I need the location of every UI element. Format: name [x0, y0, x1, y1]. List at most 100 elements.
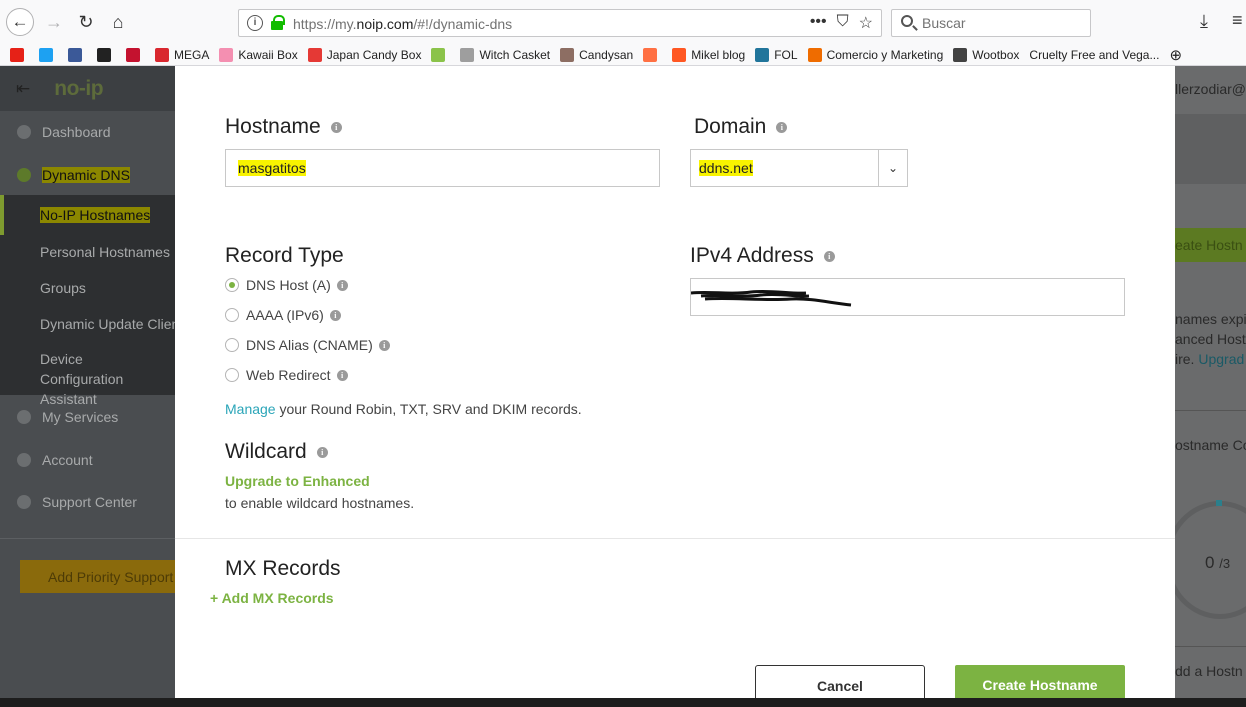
hostname-counter: 0 /3 [1205, 553, 1231, 572]
bookmark-item[interactable] [431, 47, 450, 62]
heart-icon [219, 47, 234, 62]
info-icon[interactable]: i [823, 250, 835, 262]
bookmark-item[interactable]: MEGA [155, 47, 209, 62]
radio-web-redirect[interactable]: Web Redirect i [225, 367, 348, 383]
forward-arrow-icon[interactable]: → [40, 8, 68, 36]
back-arrow-icon[interactable]: ← [6, 8, 34, 36]
bookmark-item[interactable]: Japan Candy Box [307, 47, 421, 62]
bookmark-item[interactable]: Cruelty Free and Vega... [1029, 48, 1159, 62]
upgrade-link: Upgrad [1198, 351, 1245, 367]
wildcard-label: Wildcard i [225, 440, 328, 464]
info-icon[interactable]: i [336, 369, 348, 381]
globe-icon[interactable]: ⊕ [1169, 46, 1182, 64]
bookmark-item[interactable]: Mikel blog [672, 47, 745, 62]
radio-button[interactable] [225, 338, 239, 352]
page-info-icon[interactable]: i [247, 15, 263, 31]
sidebar-item-account[interactable]: Account [0, 452, 175, 468]
upgrade-enhanced-link[interactable]: Upgrade to Enhanced [225, 473, 370, 489]
bookmark-item[interactable]: Comercio y Marketing [807, 47, 943, 62]
bookmark-item[interactable] [97, 47, 116, 62]
bookmark-item[interactable]: Kawaii Box [219, 47, 298, 62]
bookmarks-bar: MEGA Kawaii Box Japan Candy Box Witch Caske… [0, 44, 1246, 66]
radio-button[interactable] [225, 308, 239, 322]
reload-icon[interactable]: ↻ [72, 8, 100, 36]
radio-aaaa-ipv6[interactable]: AAAA (IPv6) i [225, 307, 341, 323]
page-actions-icon[interactable]: ••• [810, 13, 827, 33]
sidebar-sub-groups[interactable]: Groups [0, 271, 175, 307]
manage-link[interactable]: Manage [225, 401, 276, 417]
ipv4-input[interactable] [690, 278, 1125, 316]
browser-search-box[interactable] [891, 9, 1091, 37]
blogger-icon [672, 47, 687, 62]
sidebar-sub-device-config[interactable]: Device Configuration Assistant [0, 343, 175, 407]
add-hostname-bg: dd a Hostn [1175, 663, 1243, 679]
os-taskbar [0, 698, 1246, 707]
gift-icon [126, 47, 140, 62]
background-page: llerzodiar@ eate Hostn names expi anced … [1175, 66, 1246, 707]
browser-toolbar: ← → ↻ ⌂ i https://my.noip.com/#!/dynamic… [0, 0, 1246, 44]
bookmark-item[interactable]: Candysan [560, 47, 633, 62]
ys-icon [431, 47, 446, 62]
bookmark-item[interactable]: Wootbox [953, 47, 1019, 62]
bookmark-item[interactable] [643, 47, 662, 62]
sidebar: ⇤ no-ip Dashboard Dynamic DNS No-IP Host… [0, 66, 190, 707]
lifebuoy-icon [17, 495, 31, 509]
hostname-input[interactable]: masgatitos [225, 149, 660, 187]
info-icon[interactable]: i [776, 121, 788, 133]
chevron-down-icon[interactable]: ⌄ [878, 150, 907, 186]
bookmark-item[interactable]: Witch Casket [460, 47, 550, 62]
radio-button[interactable] [225, 278, 239, 292]
sidebar-item-support[interactable]: Support Center [0, 494, 175, 510]
sushi-icon [643, 47, 658, 62]
gauge-marker [1216, 500, 1222, 506]
bookmark-item[interactable] [10, 47, 29, 62]
create-hostname-modal: Hostname i masgatitos Domain i ddns.net … [175, 66, 1175, 705]
candysan-icon [560, 47, 575, 62]
radio-button[interactable] [225, 368, 239, 382]
info-icon[interactable]: i [378, 339, 390, 351]
domain-label: Domain i [694, 115, 788, 139]
manage-records-text: Manage your Round Robin, TXT, SRV and DK… [225, 401, 582, 417]
bookmark-star-icon[interactable]: ☆ [859, 13, 873, 33]
globe-icon [17, 168, 31, 182]
info-icon[interactable]: i [316, 446, 328, 458]
sidebar-item-dashboard[interactable]: Dashboard [0, 124, 175, 140]
info-icon[interactable]: i [336, 279, 348, 291]
priority-support-button[interactable]: Add Priority Support [20, 560, 190, 593]
home-icon[interactable]: ⌂ [104, 8, 132, 36]
search-input[interactable] [922, 15, 1082, 31]
plus-icon: + [210, 590, 219, 606]
add-mx-records-link[interactable]: + Add MX Records [210, 590, 334, 606]
noip-logo: no-ip [54, 76, 104, 100]
sidebar-sub-personal-hostnames[interactable]: Personal Hostnames [0, 235, 175, 271]
amazon-icon [97, 47, 111, 62]
casket-icon [460, 47, 475, 62]
info-icon[interactable]: i [330, 121, 342, 133]
download-icon[interactable]: ⤓ [1200, 11, 1208, 32]
url-bar[interactable]: i https://my.noip.com/#!/dynamic-dns •••… [238, 9, 882, 37]
bookmark-item[interactable] [126, 47, 145, 62]
mx-records-label: MX Records [225, 557, 341, 580]
sidebar-sub-dynamic-update-client[interactable]: Dynamic Update Client [0, 307, 183, 343]
section-divider [175, 538, 1175, 539]
radio-dns-alias-cname[interactable]: DNS Alias (CNAME) i [225, 337, 390, 353]
bookmark-item[interactable] [68, 47, 87, 62]
info-icon[interactable]: i [329, 309, 341, 321]
sidebar-item-my-services[interactable]: My Services [0, 409, 175, 425]
domain-select[interactable]: ddns.net ⌄ [690, 149, 908, 187]
wildcard-description: to enable wildcard hostnames. [225, 495, 415, 511]
pocket-icon[interactable]: ⛉ [837, 13, 849, 33]
record-type-label: Record Type [225, 244, 344, 267]
url-text[interactable]: https://my.noip.com/#!/dynamic-dns [293, 16, 512, 32]
user-icon [17, 453, 31, 467]
sidebar-sub-noip-hostnames[interactable]: No-IP Hostnames [0, 195, 175, 235]
bookmark-item[interactable]: FOL [755, 47, 798, 62]
bookmark-item[interactable] [39, 47, 58, 62]
hostname-count-label: ostname Co [1175, 437, 1246, 453]
radio-dns-host-a[interactable]: DNS Host (A) i [225, 277, 348, 293]
user-email[interactable]: llerzodiar@ [1175, 81, 1246, 97]
menu-icon[interactable]: ≡ [1232, 10, 1243, 31]
sidebar-toggle-icon[interactable]: ⇤ [16, 79, 30, 99]
sidebar-item-dynamic-dns[interactable]: Dynamic DNS [0, 167, 175, 183]
search-icon [901, 15, 913, 27]
